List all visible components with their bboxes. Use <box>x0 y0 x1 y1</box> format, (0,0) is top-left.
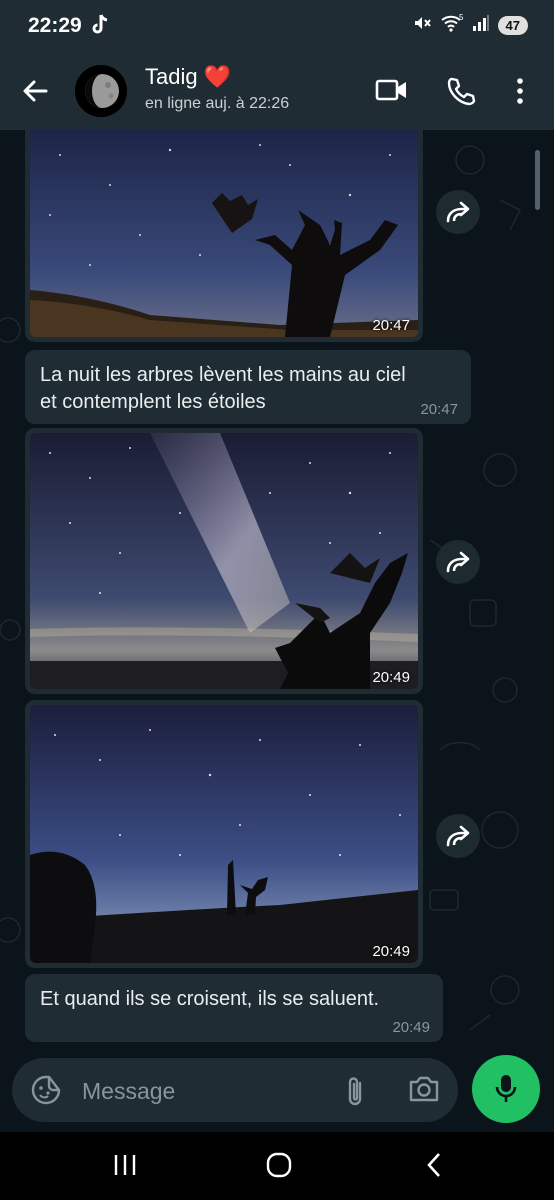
message-input[interactable] <box>80 1070 324 1112</box>
tiktok-icon <box>92 14 110 41</box>
heart-emoji: ❤️ <box>203 64 232 89</box>
milky-way-photo <box>30 433 418 689</box>
signal-icon <box>472 14 490 37</box>
avatar[interactable] <box>75 65 127 117</box>
contact-status: en ligne auj. à 22:26 <box>145 95 290 112</box>
forward-button[interactable] <box>436 540 480 584</box>
message-composer <box>12 1058 458 1122</box>
message-time: 20:49 <box>372 943 410 960</box>
more-vertical-icon[interactable] <box>514 76 526 111</box>
message-text: La nuit les arbres lèvent les mains au c… <box>40 364 406 413</box>
status-time: 22:29 <box>28 14 82 37</box>
scrollbar[interactable] <box>535 150 540 210</box>
arrow-left-icon[interactable] <box>20 76 50 111</box>
mic-button[interactable] <box>472 1055 540 1123</box>
nav-back-icon[interactable] <box>424 1152 444 1183</box>
chat-area[interactable]: 20:47 La nuit les arbres lèvent les main… <box>0 130 554 1055</box>
message-text: Et quand ils se croisent, ils se saluent… <box>40 988 380 1010</box>
image-message[interactable]: 20:47 <box>25 130 423 342</box>
message-time: 20:47 <box>420 401 458 418</box>
camera-icon[interactable] <box>408 1074 440 1109</box>
forward-icon <box>446 825 470 847</box>
navigation-bar <box>0 1132 554 1200</box>
forward-button[interactable] <box>436 814 480 858</box>
battery-indicator: 47 <box>497 16 528 35</box>
forward-icon <box>446 201 470 223</box>
starry-landscape-photo <box>30 705 418 963</box>
chat-header: Tadig ❤️ en ligne auj. à 22:26 <box>0 52 554 130</box>
video-camera-icon[interactable] <box>375 76 409 109</box>
phone-icon[interactable] <box>446 76 476 111</box>
mute-icon <box>412 13 432 38</box>
paperclip-icon[interactable] <box>344 1074 366 1113</box>
message-time: 20:47 <box>372 317 410 334</box>
contact-name-text: Tadig <box>145 64 198 89</box>
microphone-icon <box>495 1075 517 1102</box>
text-message[interactable]: Et quand ils se croisent, ils se saluent… <box>25 974 443 1042</box>
message-time: 20:49 <box>392 1019 430 1036</box>
text-message[interactable]: La nuit les arbres lèvent les mains au c… <box>25 350 471 424</box>
forward-icon <box>446 551 470 573</box>
message-time: 20:49 <box>372 669 410 686</box>
recents-icon[interactable] <box>113 1152 137 1183</box>
home-icon[interactable] <box>266 1152 292 1183</box>
wifi-icon: 5 <box>440 13 464 38</box>
night-sky-photo <box>30 130 418 337</box>
sticker-icon[interactable] <box>30 1074 62 1111</box>
forward-button[interactable] <box>436 190 480 234</box>
contact-name[interactable]: Tadig ❤️ <box>145 64 231 90</box>
svg-text:5: 5 <box>459 13 464 22</box>
image-message[interactable]: 20:49 <box>25 428 423 694</box>
image-message[interactable]: 20:49 <box>25 700 423 968</box>
status-bar: 22:29 5 47 <box>0 0 554 52</box>
